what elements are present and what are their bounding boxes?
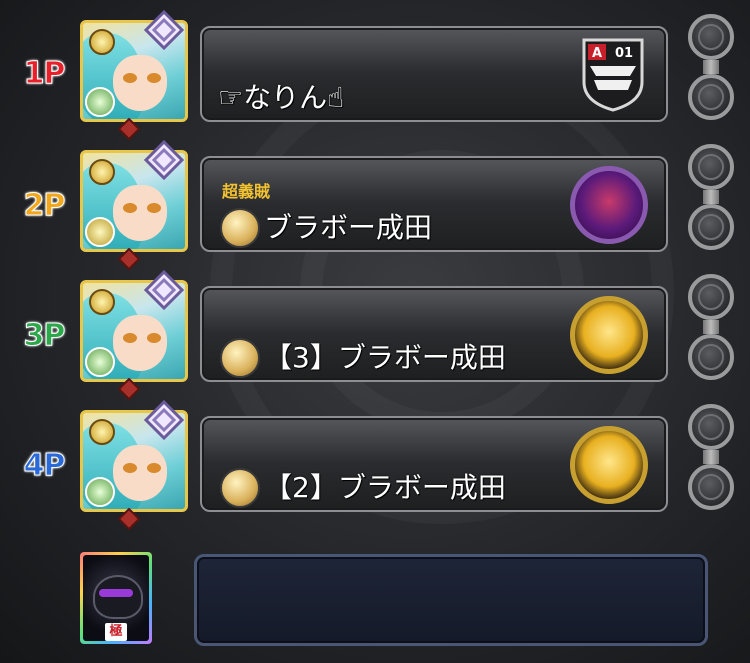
player-panel[interactable]: 【2】ブラボー成田: [200, 416, 668, 512]
gold-medal-icon: [220, 208, 260, 248]
slot-orbs: [684, 404, 740, 524]
player-row-1[interactable]: 1P ☞なりん☝ A 01: [0, 10, 750, 140]
chain-rank-icon: [144, 10, 184, 50]
element-icon: [89, 29, 115, 55]
empty-slot-orb-icon: [688, 404, 734, 450]
player-row-4[interactable]: 4P 【2】ブラボー成田: [0, 400, 750, 530]
player-label: 4P: [23, 448, 66, 484]
type-icon: [85, 477, 115, 507]
red-diamond-icon: [118, 248, 140, 270]
empty-slot-orb-icon: [688, 144, 734, 190]
player-label: 2P: [23, 188, 66, 224]
player-title: 超義賊: [222, 182, 271, 201]
element-icon: [89, 419, 115, 445]
helper-badge: 極: [105, 623, 127, 641]
player-row-2[interactable]: 2P 超義賊 ブラボー成田: [0, 140, 750, 270]
chain-rank-icon: [144, 270, 184, 310]
player-row-3[interactable]: 3P 【3】ブラボー成田: [0, 270, 750, 400]
red-diamond-icon: [118, 378, 140, 400]
empty-slot-orb-icon: [688, 14, 734, 60]
empty-slot-orb-icon: [688, 464, 734, 510]
empty-slot-orb-icon: [688, 274, 734, 320]
type-icon: [85, 217, 115, 247]
player-label: 1P: [23, 56, 66, 92]
gold-medal-icon: [220, 338, 260, 378]
monster-icon[interactable]: [570, 296, 648, 374]
gold-medal-icon: [220, 468, 260, 508]
player-label: 3P: [23, 318, 66, 354]
red-diamond-icon: [118, 118, 140, 140]
type-icon: [85, 87, 115, 117]
type-icon: [85, 347, 115, 377]
chain-rank-icon: [144, 140, 184, 180]
player-name: ☞なりん☝: [218, 81, 345, 114]
element-icon: [89, 159, 115, 185]
player-panel[interactable]: ☞なりん☝ A 01: [200, 26, 668, 122]
helper-avatar[interactable]: 極: [80, 552, 152, 644]
slot-orbs: [684, 14, 740, 134]
player-name: 【3】ブラボー成田: [264, 341, 506, 374]
player-name: ブラボー成田: [264, 211, 433, 244]
player-name: 【2】ブラボー成田: [264, 471, 506, 504]
emblem-letter: A: [592, 46, 602, 61]
element-icon: [89, 289, 115, 315]
player-panel[interactable]: 【3】ブラボー成田: [200, 286, 668, 382]
chain-rank-icon: [144, 400, 184, 440]
monster-icon[interactable]: [570, 166, 648, 244]
emblem-number: 01: [615, 46, 633, 61]
player-panel[interactable]: 超義賊 ブラボー成田: [200, 156, 668, 252]
slot-orbs: [684, 274, 740, 394]
slot-orbs: [684, 144, 740, 264]
empty-slot-orb-icon: [688, 74, 734, 120]
red-diamond-icon: [118, 508, 140, 530]
empty-slot-orb-icon: [688, 334, 734, 380]
monster-icon[interactable]: [570, 426, 648, 504]
shield-emblem-icon: A 01: [582, 38, 644, 112]
helper-panel[interactable]: [194, 554, 708, 646]
empty-slot-orb-icon: [688, 204, 734, 250]
